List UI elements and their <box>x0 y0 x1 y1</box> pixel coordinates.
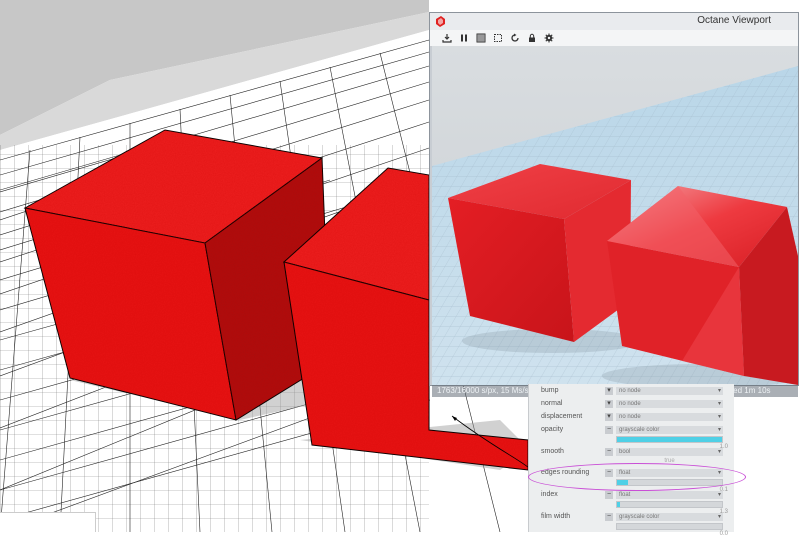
property-label: smooth <box>541 448 564 455</box>
property-row: bump ▾ no node ▾ <box>529 386 734 396</box>
property-label: normal <box>541 400 563 407</box>
property-type-dropdown[interactable]: grayscale color ▾ <box>616 426 723 434</box>
property-slider[interactable] <box>616 436 723 443</box>
collapse-button[interactable]: − <box>605 448 613 456</box>
edges-rounding-highlight <box>528 463 746 491</box>
pause-icon[interactable] <box>457 31 471 45</box>
property-row: normal ▾ no node ▾ <box>529 399 734 409</box>
property-row: film width − grayscale color ▾ <box>529 512 734 522</box>
chevron-down-icon: ▾ <box>717 514 721 520</box>
property-label: bump <box>541 387 559 394</box>
node-toggle-button[interactable]: ▾ <box>605 387 613 395</box>
chevron-down-icon: ▾ <box>717 388 721 394</box>
property-row: index − float ▾ <box>529 490 734 500</box>
chevron-down-icon: ▾ <box>717 449 721 455</box>
slider-fill <box>617 437 722 442</box>
property-type-dropdown[interactable]: float ▾ <box>616 491 723 499</box>
viewport-title: Octane Viewport <box>697 15 771 26</box>
collapse-button[interactable]: − <box>605 491 613 499</box>
chevron-down-icon: ▾ <box>717 401 721 407</box>
collapse-button[interactable]: − <box>605 513 613 521</box>
property-type-dropdown[interactable]: bool ▾ <box>616 448 723 456</box>
property-type-label: no node <box>619 401 641 407</box>
download-icon[interactable] <box>440 31 454 45</box>
settings-gear-icon[interactable] <box>542 31 556 45</box>
property-type-label: float <box>619 492 631 498</box>
node-toggle-button[interactable]: ▾ <box>605 400 613 408</box>
viewport-toolbar <box>430 30 798 47</box>
lock-icon[interactable] <box>525 31 539 45</box>
node-toggle-button[interactable]: ▾ <box>605 413 613 421</box>
refresh-icon[interactable] <box>508 31 522 45</box>
chevron-down-icon: ▾ <box>717 427 721 433</box>
chevron-down-icon: ▾ <box>717 414 721 420</box>
property-slider[interactable] <box>616 501 723 508</box>
material-properties-panel: bump ▾ no node ▾ normal ▾ no node ▾ displacement… <box>528 384 734 537</box>
viewport-titlebar[interactable]: Octane Viewport <box>430 13 798 31</box>
property-label: index <box>541 491 558 498</box>
slider-fill <box>617 502 621 507</box>
property-type-dropdown[interactable]: grayscale color ▾ <box>616 513 723 521</box>
property-slider[interactable] <box>616 523 723 530</box>
film-region-icon[interactable] <box>474 31 488 45</box>
property-type-label: no node <box>619 388 641 394</box>
property-row: displacement ▾ no node ▾ <box>529 412 734 422</box>
property-row: opacity − grayscale color ▾ <box>529 425 734 435</box>
octane-viewport-window[interactable]: Octane Viewport 1763/16000 s/px, 15 Ms/s… <box>429 12 799 397</box>
sketchup-app-icon <box>436 16 445 27</box>
property-type-label: grayscale color <box>619 427 660 433</box>
property-type-dropdown[interactable]: no node ▾ <box>616 413 723 421</box>
region-select-icon[interactable] <box>491 31 505 45</box>
property-label: displacement <box>541 413 583 420</box>
property-type-label: grayscale color <box>619 514 660 520</box>
property-label: film width <box>541 513 571 520</box>
property-label: opacity <box>541 426 564 433</box>
chevron-down-icon: ▾ <box>717 492 721 498</box>
property-type-dropdown[interactable]: no node ▾ <box>616 387 723 395</box>
property-type-label: no node <box>619 414 641 420</box>
property-type-label: bool <box>619 449 631 455</box>
bottom-status-tab <box>0 512 96 532</box>
octane-render-canvas[interactable] <box>432 46 798 385</box>
property-row: smooth − bool ▾ <box>529 447 734 457</box>
render-cube-left <box>448 164 631 342</box>
collapse-button[interactable]: − <box>605 426 613 434</box>
property-type-dropdown[interactable]: no node ▾ <box>616 400 723 408</box>
